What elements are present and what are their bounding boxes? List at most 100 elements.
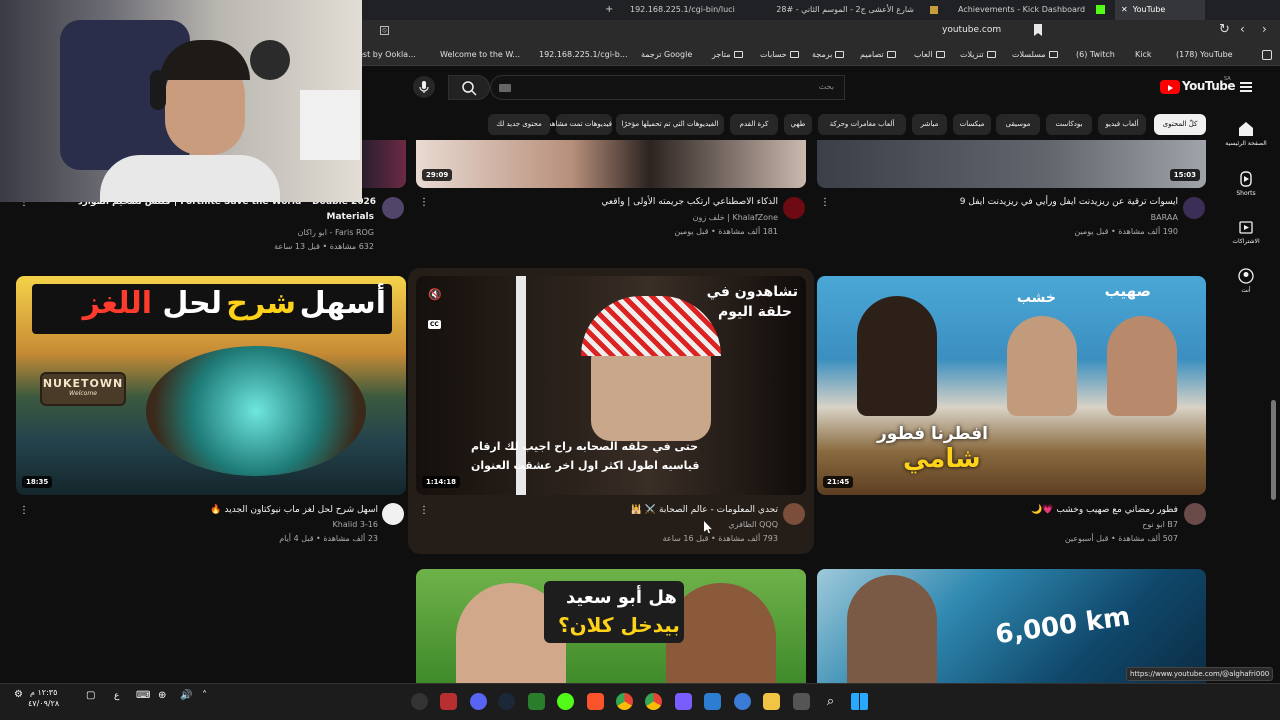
volume-icon[interactable]: 🔊 <box>180 690 192 701</box>
more-actions-icon[interactable]: ⋮ <box>820 198 830 208</box>
voicemeeter-icon[interactable] <box>440 693 457 710</box>
channel-avatar[interactable] <box>783 197 805 219</box>
chrome-icon[interactable] <box>616 693 633 710</box>
chip-mixes[interactable]: ميكسات <box>953 114 991 135</box>
bookmark-translate[interactable]: Google ترجمة <box>641 44 692 66</box>
obs-icon[interactable] <box>411 693 428 710</box>
tray-chevron-icon[interactable]: ˄ <box>202 690 207 701</box>
bookmark-youtube[interactable]: (178) YouTube <box>1176 44 1233 66</box>
bookmark-ookla[interactable]: est by Ookla... <box>358 44 416 66</box>
chip-all[interactable]: كلّ المحتوى <box>1154 114 1206 135</box>
bookmark-icon[interactable] <box>1034 24 1042 36</box>
video-thumbnail[interactable]: هل أبو سعيد بيدخل كلان؟ <box>416 569 806 683</box>
channel-name[interactable]: BARAA <box>1151 213 1178 222</box>
video-title[interactable]: تحدي المعلومات - عالم الصحابة ⚔️ 🕌 <box>631 505 778 515</box>
settings-icon[interactable]: ⚙ <box>14 689 23 700</box>
bookmark-designs[interactable]: تصاميم <box>860 44 896 66</box>
chip-recently-uploaded[interactable]: الفيديوهات التي تم تحميلها مؤخرًا <box>616 114 724 135</box>
chip-football[interactable]: كرة القدم <box>730 114 778 135</box>
close-tab-icon[interactable]: ✕ <box>1121 5 1128 14</box>
tab-series[interactable]: شارع الأعشى ج2 - الموسم الثاني - #28 <box>770 0 920 20</box>
reload-icon[interactable]: ↻ <box>1219 22 1230 37</box>
file-explorer-icon[interactable] <box>763 693 780 710</box>
mute-icon[interactable]: 🔇 <box>428 288 442 301</box>
chip-live[interactable]: مباشر <box>912 114 947 135</box>
video-title[interactable]: الذكاء الاصطناعي ارتكب جريمته الأولى | و… <box>601 197 778 207</box>
menu-icon[interactable] <box>1240 82 1252 92</box>
video-title[interactable]: فطور رمضاني مع صهيب وخشب 💗🌙 <box>1031 505 1178 515</box>
search-button[interactable] <box>448 75 490 100</box>
rail-you[interactable]: أنت <box>1222 267 1270 294</box>
channel-name[interactable]: QQQ الظافري <box>728 520 778 529</box>
tab-router[interactable]: 192.168.225.1/cgi-bin/luci <box>624 0 741 20</box>
more-actions-icon[interactable]: ⋮ <box>19 506 29 516</box>
bookmark-series[interactable]: مسلسلات <box>1012 44 1058 66</box>
notification-icon[interactable]: ▢ <box>86 690 95 701</box>
channel-avatar[interactable] <box>382 503 404 525</box>
channel-name[interactable]: B7 ابو نوح <box>1142 520 1178 529</box>
chrome-icon[interactable] <box>645 693 662 710</box>
channel-avatar[interactable] <box>1183 197 1205 219</box>
app-icon[interactable] <box>557 693 574 710</box>
more-actions-icon[interactable]: ⋮ <box>419 506 429 516</box>
url-field[interactable]: youtube.com <box>942 25 1001 35</box>
video-title-line2[interactable]: Materials <box>327 212 374 222</box>
rail-home[interactable]: الصفحة الرئيسية <box>1222 120 1270 147</box>
keyboard-icon[interactable] <box>499 84 511 92</box>
channel-name[interactable]: KhalafZone | خلف زون <box>693 213 778 222</box>
language-indicator[interactable]: ع <box>114 691 119 701</box>
video-thumbnail[interactable]: صهيب خشب افطرنا فطور شامي 21:45 <box>817 276 1206 495</box>
all-bookmarks-icon[interactable] <box>1262 50 1272 60</box>
bookmark-stores[interactable]: متاجر <box>712 44 743 66</box>
captions-icon[interactable]: CC <box>428 320 441 329</box>
video-title[interactable]: اسهل شرح لحل لغز ماب نيوكتاون الجديد 🔥 <box>210 505 378 515</box>
channel-avatar[interactable] <box>1184 503 1206 525</box>
video-thumbnail[interactable]: أسهل شرح لحل اللغز NUKETOWN Welcome 18:3… <box>16 276 406 495</box>
chip-music[interactable]: موسيقى <box>996 114 1040 135</box>
task-view-icon[interactable] <box>793 693 810 710</box>
chip-action-adventure[interactable]: ألعاب مغامرات وحركة <box>818 114 906 135</box>
search-input[interactable]: بحث <box>490 75 845 100</box>
chip-new-to-you[interactable]: محتوى جديد لك <box>488 114 550 135</box>
search-icon[interactable]: ⌕ <box>822 693 839 710</box>
bookmark-kick[interactable]: Kick <box>1135 44 1152 66</box>
video-thumbnail[interactable]: 15:03 <box>817 140 1206 188</box>
bookmark-welcome[interactable]: Welcome to the W... <box>440 44 520 66</box>
rail-subscriptions[interactable]: الاشتراكات <box>1222 218 1270 245</box>
edge-icon[interactable] <box>734 693 751 710</box>
bookmark-router[interactable]: 192.168.225.1/cgi-b... <box>539 44 628 66</box>
new-tab-icon[interactable]: + <box>605 0 613 20</box>
steam-icon[interactable] <box>498 693 515 710</box>
bookmark-accounts[interactable]: حسابات <box>760 44 799 66</box>
bookmark-twitch[interactable]: (6) Twitch <box>1076 44 1115 66</box>
windows-start-icon[interactable] <box>851 693 868 710</box>
no-cast-icon[interactable]: ⦸ <box>380 26 389 35</box>
keyboard-icon[interactable]: ⌨ <box>136 690 150 701</box>
channel-avatar[interactable] <box>783 503 805 525</box>
channel-name[interactable]: Khalid 3-16 <box>333 520 378 529</box>
video-title[interactable]: ايسوات ترقية عن ريزيدنت ايفل ورأيي في ري… <box>960 197 1178 207</box>
app-icon[interactable] <box>675 693 692 710</box>
chip-video-games[interactable]: ألعاب فيديو <box>1098 114 1146 135</box>
discord-icon[interactable] <box>470 693 487 710</box>
rail-shorts[interactable]: Shorts <box>1222 170 1270 197</box>
video-thumbnail[interactable]: تشاهدون في حلقة اليوم حتى في حلقه الصحاب… <box>416 276 806 495</box>
chip-podcast[interactable]: بودكاست <box>1046 114 1092 135</box>
brave-icon[interactable] <box>587 693 604 710</box>
video-thumbnail[interactable]: 29:09 <box>416 140 806 188</box>
chip-cooking[interactable]: طهي <box>784 114 812 135</box>
more-actions-icon[interactable]: ⋮ <box>419 198 429 208</box>
bookmark-programming[interactable]: برمجة <box>812 44 845 66</box>
bookmark-games[interactable]: العاب <box>914 44 945 66</box>
app-icon[interactable] <box>704 693 721 710</box>
network-icon[interactable]: ⊕ <box>158 690 166 701</box>
voice-search-icon[interactable] <box>413 76 435 98</box>
video-thumbnail[interactable] <box>362 140 406 188</box>
back-icon[interactable]: ‹ <box>1240 22 1245 36</box>
tab-youtube[interactable]: ✕ YouTube <box>1115 0 1205 20</box>
channel-avatar[interactable] <box>382 197 404 219</box>
video-thumbnail[interactable]: 6,000 km <box>817 569 1206 683</box>
play-app-icon[interactable] <box>528 693 545 710</box>
tab-kick[interactable]: Achievements - Kick Dashboard <box>952 0 1091 20</box>
channel-name[interactable]: Faris ROG - ابو راكان <box>298 228 374 237</box>
